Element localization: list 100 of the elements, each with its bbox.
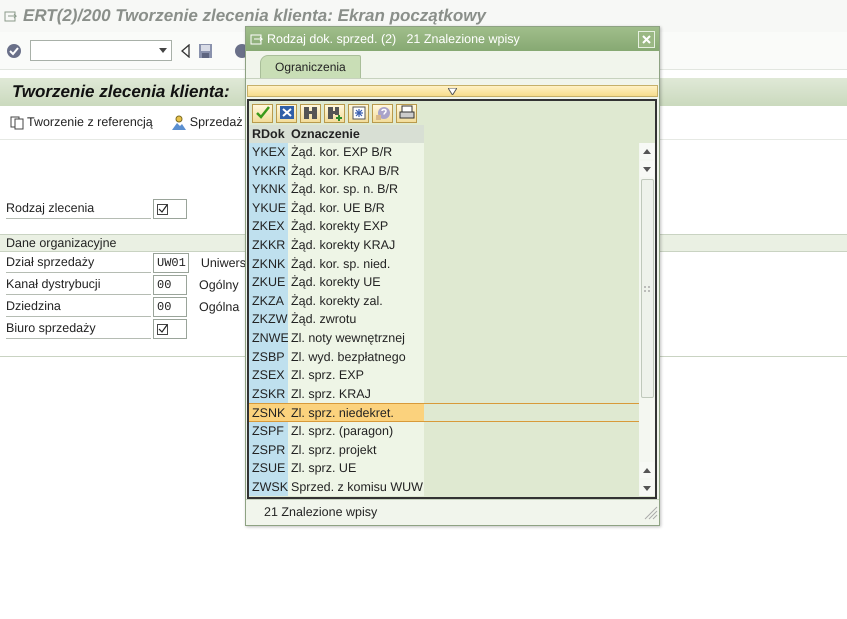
table-cell[interactable]: Żąd. korekty EXP	[288, 217, 424, 236]
table-cell[interactable]: Zl. sprz. niedekret.	[288, 404, 424, 421]
table-cell[interactable]: Żąd. korekty KRAJ	[288, 236, 424, 255]
save-button[interactable]	[198, 41, 213, 60]
table-cell[interactable]: ZWSK	[249, 478, 288, 496]
search-button[interactable]	[300, 104, 321, 122]
confirm-button[interactable]	[252, 104, 273, 122]
print-button[interactable]	[396, 104, 417, 122]
caret-icon	[159, 48, 167, 53]
down-arrow-icon	[642, 164, 652, 174]
field-label: Kanał dystrybucji	[6, 275, 151, 295]
command-field[interactable]	[30, 40, 172, 61]
table-cell[interactable]: Zl. sprz. KRAJ	[288, 384, 424, 404]
table-cell[interactable]: ZSUE	[249, 459, 288, 478]
back-button[interactable]	[180, 41, 190, 60]
star-icon	[350, 105, 366, 121]
scroll-up-button[interactable]	[640, 143, 654, 159]
triangle-icon	[448, 88, 457, 94]
scroll-thumb[interactable]	[640, 179, 654, 398]
toolbar-button[interactable]: Tworzenie z referencją	[10, 113, 153, 132]
table-cell[interactable]: YKEX	[249, 143, 288, 162]
scrollbar[interactable]	[639, 143, 655, 496]
table-cell[interactable]: ZSKR	[249, 384, 288, 404]
save-icon	[198, 42, 213, 59]
table-cell[interactable]: Żąd. kor. KRAJ B/R	[288, 162, 424, 180]
table-cell[interactable]: Sprzed. z komisu WUW	[288, 478, 424, 496]
table-cell[interactable]: Żąd. korekty UE	[288, 273, 424, 292]
table-cell[interactable]: ZKZA	[249, 292, 288, 310]
table-cell[interactable]: ZSPF	[249, 422, 288, 440]
up-arrow-icon	[642, 466, 652, 475]
triangle-icon	[180, 44, 190, 58]
person-icon	[170, 114, 187, 130]
table-cell[interactable]: YKKR	[249, 162, 288, 180]
table-cell[interactable]: ZNWE	[249, 328, 288, 348]
grip-icon	[643, 284, 652, 293]
input-field[interactable]	[153, 319, 187, 339]
required-icon	[157, 204, 168, 214]
input-field[interactable]: UW01	[153, 253, 189, 273]
field-label: Dziedzina	[6, 297, 151, 317]
table-cell[interactable]: ZKZW	[249, 310, 288, 329]
column-header: Oznaczenie	[288, 125, 424, 143]
search-next-button[interactable]	[324, 104, 345, 122]
table-cell[interactable]: ZSPR	[249, 440, 288, 460]
required-icon	[157, 324, 168, 334]
table-cell[interactable]: Żąd. kor. sp. n. B/R	[288, 180, 424, 199]
table-cell[interactable]: ZKKR	[249, 236, 288, 255]
tick-icon	[254, 105, 270, 121]
close-icon	[640, 32, 653, 46]
toolbar-button[interactable]: Sprzedaż	[170, 113, 243, 132]
table-cell[interactable]: Zl. sprz. EXP	[288, 366, 424, 385]
window-icon	[4, 9, 17, 23]
input-field[interactable]	[153, 199, 187, 219]
table-cell[interactable]: YKUE	[249, 198, 288, 218]
table-cell[interactable]: Żąd. kor. sp. nied.	[288, 254, 424, 274]
field-label: Biuro sprzedaży	[6, 319, 151, 339]
copy-icon	[10, 115, 24, 130]
table-cell[interactable]: Zl. sprz. projekt	[288, 440, 424, 460]
up-arrow-icon	[642, 146, 652, 156]
table-cell[interactable]: Żąd. korekty zal.	[288, 292, 424, 310]
table-cell[interactable]: YKNK	[249, 180, 288, 199]
down-arrow-icon	[642, 484, 652, 493]
field-description: Ogólny	[199, 276, 239, 294]
window-icon	[250, 32, 263, 46]
enter-button[interactable]	[6, 41, 22, 60]
help-icon	[374, 105, 390, 121]
scroll-up-button[interactable]	[640, 462, 654, 478]
field-label: Dział sprzedaży	[6, 253, 151, 273]
resize-grip-icon	[643, 504, 659, 520]
table-cell[interactable]: Zl. sprz. UE	[288, 459, 424, 478]
scroll-down-button[interactable]	[640, 161, 654, 177]
table-cell[interactable]: ZSNK	[249, 404, 288, 421]
field-description: Ogólna	[199, 298, 240, 316]
scroll-down-button[interactable]	[640, 480, 654, 496]
binoculars-icon	[302, 105, 318, 121]
field-label: Rodzaj zlecenia	[6, 199, 151, 219]
input-field[interactable]: 00	[153, 297, 187, 317]
table-cell[interactable]: Żąd. kor. EXP B/R	[288, 143, 424, 162]
cancel-button[interactable]	[276, 104, 297, 122]
table-cell[interactable]: ZSEX	[249, 366, 288, 385]
table-cell[interactable]: Zl. sprz. (paragon)	[288, 422, 424, 440]
table-cell[interactable]: ZKNK	[249, 254, 288, 274]
table-cell[interactable]: ZSBP	[249, 348, 288, 366]
column-header: RDok	[249, 125, 288, 143]
table-cell[interactable]: ZKUE	[249, 273, 288, 292]
tab[interactable]: Ograniczenia	[260, 55, 361, 78]
cancel-icon	[278, 105, 294, 121]
input-field[interactable]: 00	[153, 275, 187, 295]
window-title: ERT(2)/200 Tworzenie zlecenia klienta: Ekran początkowy	[23, 5, 486, 28]
printer-icon	[398, 105, 414, 121]
table-cell[interactable]: Żąd. kor. UE B/R	[288, 198, 424, 218]
screen-title: Tworzenie zlecenia klienta:	[12, 81, 230, 104]
table-cell[interactable]: Zl. noty wewnętrznej	[288, 328, 424, 348]
status-text: 21 Znalezione wpisy	[264, 504, 378, 522]
checkmark-icon	[6, 42, 22, 59]
field-description: Uniwers	[200, 254, 246, 272]
new-selection-button[interactable]	[348, 104, 369, 122]
table-cell[interactable]: Żąd. zwrotu	[288, 310, 424, 329]
dialog-title: Rodzaj dok. sprzed. (2)	[267, 30, 396, 48]
table-cell[interactable]: ZKEX	[249, 217, 288, 236]
table-cell[interactable]: Zl. wyd. bezpłatnego	[288, 348, 424, 366]
